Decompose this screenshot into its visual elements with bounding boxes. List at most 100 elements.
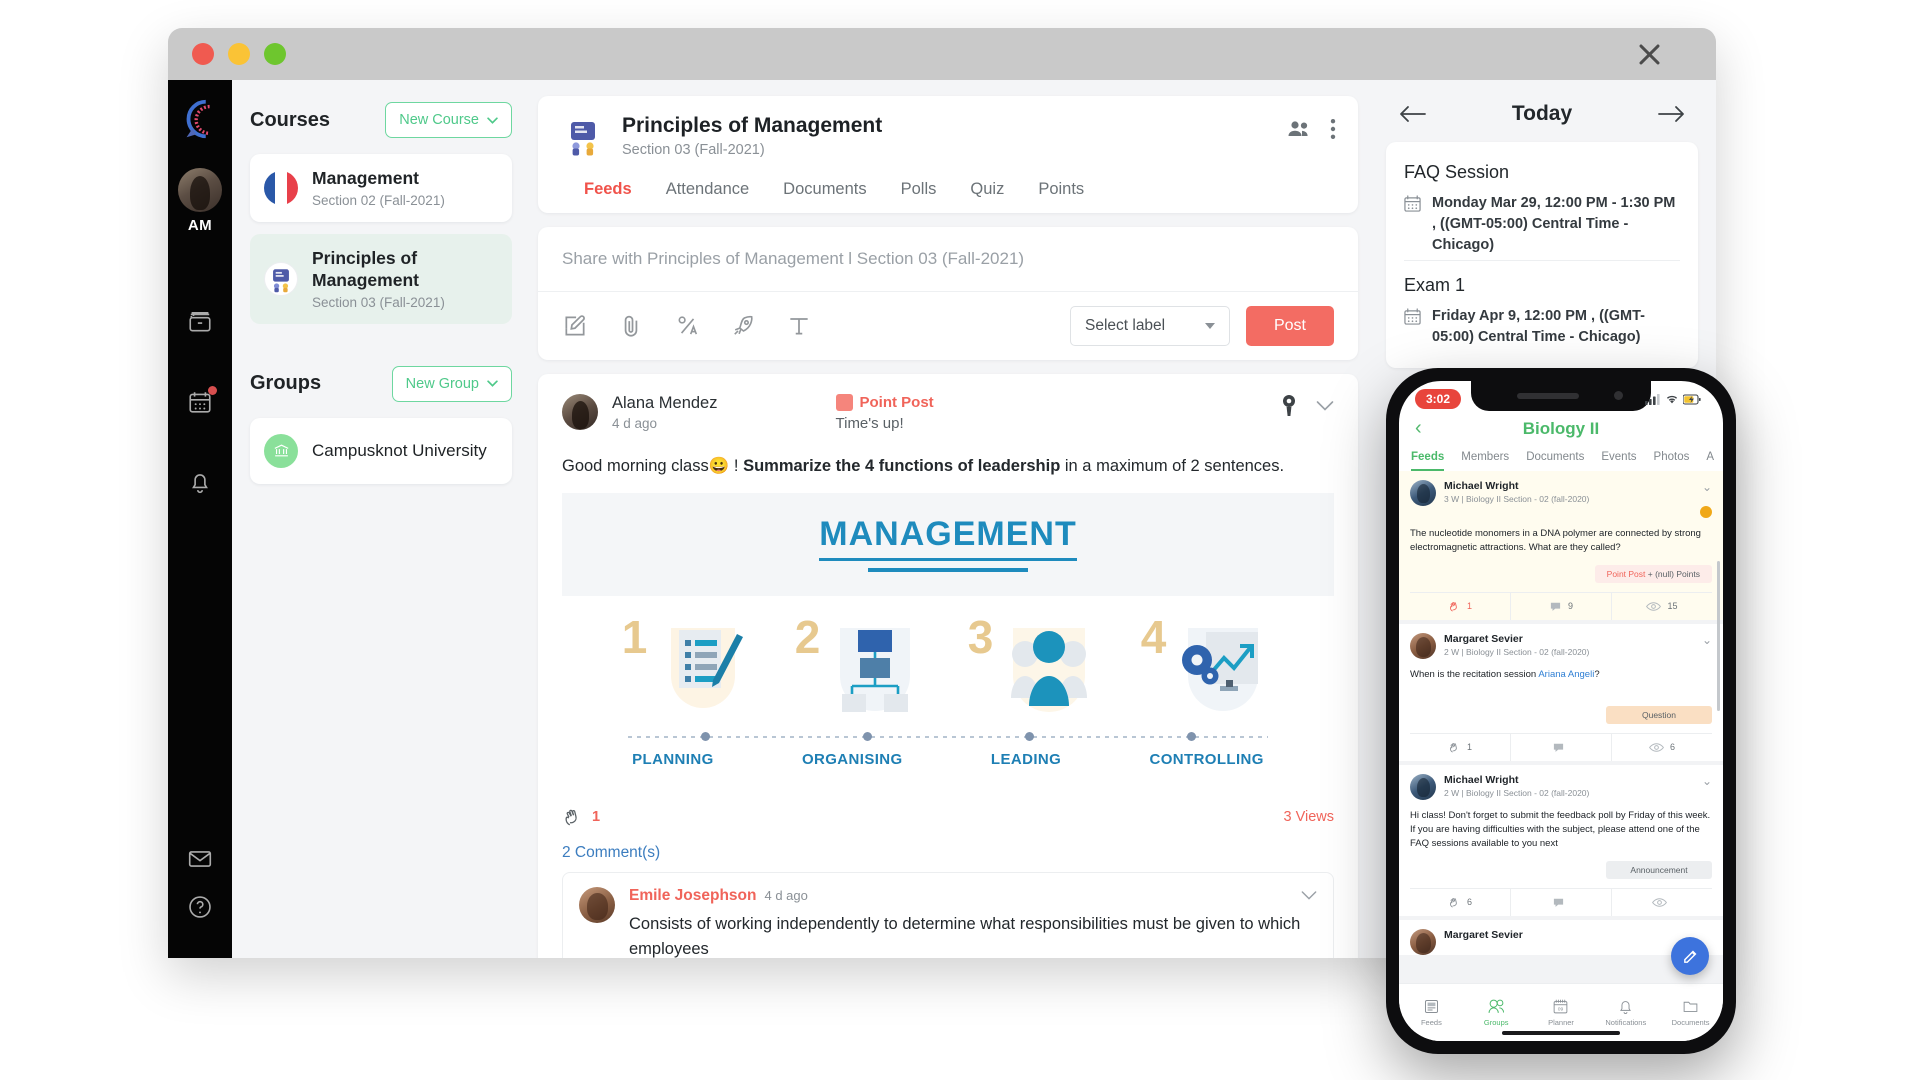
chevron-down-icon[interactable]: ⌄ xyxy=(1702,774,1712,788)
tab-documents[interactable]: Documents xyxy=(783,180,866,213)
close-icon[interactable] xyxy=(1634,39,1664,69)
sidebar-item-management[interactable]: Management Section 02 (Fall-2021) xyxy=(250,154,512,222)
icon-rail: AM xyxy=(168,80,232,958)
window-minimize-dot[interactable] xyxy=(228,43,250,65)
events-card: FAQ Session Monday Mar 29, 12:00 PM - 1:… xyxy=(1386,142,1698,369)
phone-view-stat[interactable]: 6 xyxy=(1612,734,1712,761)
phone-tag-extra: + (null) Points xyxy=(1647,568,1700,579)
comments-count: 2 Comment(s) xyxy=(562,843,661,861)
chevron-down-icon[interactable] xyxy=(1301,890,1317,901)
clap-icon[interactable] xyxy=(562,806,584,828)
group-name: Campusknot University xyxy=(312,440,487,460)
phone-comment-stat[interactable]: 9 xyxy=(1511,592,1612,620)
phone-clap-stat[interactable]: 6 xyxy=(1410,888,1511,916)
avatar[interactable] xyxy=(579,886,615,923)
avatar[interactable] xyxy=(178,168,222,212)
share-input[interactable]: Share with Principles of Management l Se… xyxy=(538,227,1358,292)
attachment-icon[interactable] xyxy=(618,313,644,339)
tab-polls[interactable]: Polls xyxy=(901,180,937,213)
feed-post: Alana Mendez 4 d ago Point Post Time's u… xyxy=(538,374,1358,958)
event-item[interactable]: Exam 1 Friday Apr 9, 12:00 PM , ((GMT-05… xyxy=(1404,260,1680,352)
tab-points[interactable]: Points xyxy=(1038,180,1084,213)
phone-clap-count: 6 xyxy=(1466,897,1472,907)
people-icon[interactable] xyxy=(1286,119,1312,139)
new-course-button[interactable]: New Course xyxy=(385,102,512,138)
chevron-down-icon xyxy=(487,380,498,388)
chevron-left-icon[interactable]: ‹ xyxy=(1415,417,1422,440)
phone-post[interactable]: Margaret Sevier 2 W | Biology II Section… xyxy=(1399,623,1723,761)
event-datetime: Monday Mar 29, 12:00 PM - 1:30 PM , ((GM… xyxy=(1432,195,1676,254)
phone-post[interactable]: Michael Wright 2 W | Biology II Section … xyxy=(1399,764,1723,916)
event-title: Exam 1 xyxy=(1404,275,1466,296)
phone-tab-photos[interactable]: Photos xyxy=(1654,451,1690,471)
mail-icon[interactable] xyxy=(187,846,213,872)
chevron-down-icon[interactable]: ⌄ xyxy=(1702,633,1712,647)
phone-comment-stat[interactable] xyxy=(1511,733,1612,761)
event-item[interactable]: FAQ Session Monday Mar 29, 12:00 PM - 1:… xyxy=(1404,148,1680,260)
phone-text-pre: When is the recitation session xyxy=(1410,668,1539,680)
chevron-down-icon[interactable] xyxy=(1316,400,1334,412)
phone-feed[interactable]: Michael Wright 3 W | Biology II Section … xyxy=(1399,471,1723,983)
mention-link[interactable]: Ariana Angeli xyxy=(1538,669,1594,680)
phone-nav-planner[interactable]: 09 Planner xyxy=(1529,998,1594,1027)
kebab-menu-icon[interactable] xyxy=(1330,118,1336,140)
avatar xyxy=(1410,928,1436,955)
compose-icon[interactable] xyxy=(562,313,588,339)
label-select[interactable]: Select label xyxy=(1069,306,1230,346)
new-course-label: New Course xyxy=(399,112,479,128)
comment-author: Emile Josephson xyxy=(629,886,757,904)
window-close-dot[interactable] xyxy=(192,43,214,65)
post-button[interactable]: Post xyxy=(1245,306,1334,346)
phone-clap-stat[interactable]: 1 xyxy=(1410,592,1511,620)
eye-icon xyxy=(1646,601,1662,611)
comment-icon xyxy=(1550,602,1561,611)
phone-view-stat[interactable] xyxy=(1612,889,1712,916)
avatar[interactable] xyxy=(562,394,598,430)
phone-nav-feeds[interactable]: Feeds xyxy=(1399,998,1464,1027)
phone-view-stat[interactable]: 15 xyxy=(1612,593,1712,620)
bell-icon[interactable] xyxy=(187,469,213,495)
scrollbar[interactable] xyxy=(1717,561,1720,711)
phone-tab-more[interactable]: A xyxy=(1706,451,1714,471)
phone-tab-members[interactable]: Members xyxy=(1461,451,1509,471)
rocket-icon[interactable] xyxy=(730,313,756,339)
infographic-step: 4 xyxy=(1141,614,1275,718)
window-zoom-dot[interactable] xyxy=(264,43,286,65)
phone-nav-notifications[interactable]: Notifications xyxy=(1593,998,1658,1027)
organising-icon xyxy=(824,614,928,718)
post-stats: 1 3 Views xyxy=(562,790,1334,828)
today-title: Today xyxy=(1511,102,1573,125)
point-post-icon xyxy=(835,394,853,411)
arrow-left-icon[interactable] xyxy=(1398,104,1428,124)
sidebar-item-principles-of-management[interactable]: Principles of Management Section 03 (Fal… xyxy=(250,233,512,324)
phone-post[interactable]: Michael Wright 3 W | Biology II Section … xyxy=(1399,471,1723,620)
tab-feeds[interactable]: Feeds xyxy=(584,180,632,213)
phone-tab-events[interactable]: Events xyxy=(1601,451,1636,471)
arrow-right-icon[interactable] xyxy=(1656,104,1686,124)
phone-header: ‹ Biology II xyxy=(1399,413,1723,443)
new-group-button[interactable]: New Group xyxy=(391,365,512,402)
tab-quiz[interactable]: Quiz xyxy=(970,180,1004,213)
tab-attendance[interactable]: Attendance xyxy=(666,180,749,213)
phone-nav-groups[interactable]: Groups xyxy=(1464,998,1529,1027)
signal-icon xyxy=(1645,393,1660,405)
archive-icon[interactable] xyxy=(187,309,213,335)
campusknot-logo-icon[interactable] xyxy=(177,96,223,142)
phone-tab-feeds[interactable]: Feeds xyxy=(1411,451,1445,471)
phone-view-count: 15 xyxy=(1667,601,1678,611)
phone-clap-stat[interactable]: 1 xyxy=(1410,733,1511,761)
help-icon[interactable] xyxy=(187,894,213,920)
calendar-icon[interactable] xyxy=(187,386,217,415)
poll-icon[interactable] xyxy=(674,313,700,339)
phone-tab-documents[interactable]: Documents xyxy=(1526,451,1584,471)
text-format-icon[interactable] xyxy=(786,313,812,339)
screenshot-root: AM Courses New Course Management Section… xyxy=(0,0,1920,1080)
phone-comment-stat[interactable] xyxy=(1511,888,1612,916)
award-icon[interactable] xyxy=(1278,394,1300,418)
calendar-icon xyxy=(1404,195,1421,212)
phone-clap-count: 1 xyxy=(1466,742,1472,753)
sidebar-item-campusknot-university[interactable]: Campusknot University xyxy=(250,417,512,484)
chevron-down-icon[interactable]: ⌄ xyxy=(1702,480,1712,494)
edit-pencil-icon[interactable] xyxy=(1671,937,1709,975)
phone-nav-documents[interactable]: Documents xyxy=(1658,998,1723,1027)
